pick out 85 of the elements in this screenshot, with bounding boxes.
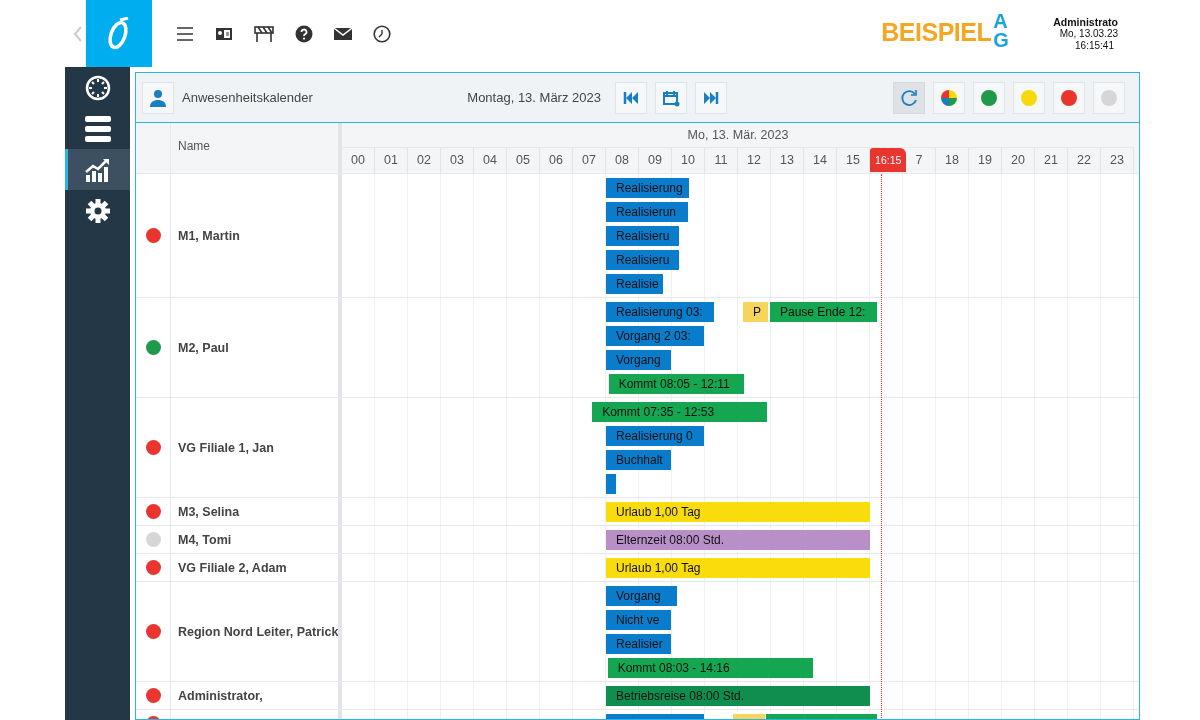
hour-label: 09 <box>648 153 662 168</box>
hour-label: 00 <box>351 153 365 168</box>
time-entry-bar[interactable]: Nicht ve <box>606 610 671 630</box>
time-entry-bar[interactable]: Realisieru <box>606 250 680 270</box>
calendar-button[interactable] <box>655 81 687 114</box>
refresh-icon <box>899 87 919 108</box>
current-time: 16:15:41 <box>1075 39 1114 52</box>
help-icon[interactable] <box>295 24 313 43</box>
time-entry-bar[interactable]: Kommt 08:05 - 12:11 <box>608 374 744 394</box>
refresh-button[interactable] <box>893 81 925 114</box>
employee-name: Region Nord Leiter, Patrick <box>178 624 338 639</box>
time-entry-bar[interactable]: Realisierung 03: <box>606 302 714 322</box>
hour-label: 22 <box>1077 153 1091 168</box>
hour-label: 05 <box>516 153 530 168</box>
calendar-title: Anwesenheitskalender <box>182 90 313 105</box>
hour-label: 23 <box>1110 153 1124 168</box>
barrier-icon[interactable] <box>254 24 274 43</box>
hour-label: 07 <box>582 153 596 168</box>
time-entry-bar[interactable]: Vorgang <box>606 350 671 370</box>
hour-label: 7 <box>915 153 923 168</box>
hour-label: 04 <box>483 153 497 168</box>
time-entry-bar[interactable]: Vorgang 2 03: <box>606 326 704 346</box>
hour-label: 13 <box>780 153 794 168</box>
time-entry-bar[interactable]: Realisierung 0 <box>606 426 704 446</box>
clock-icon[interactable] <box>373 24 391 43</box>
time-entry-bar[interactable]: Elternzeit 08:00 Std. <box>606 530 870 550</box>
calendar-icon <box>662 88 680 107</box>
mail-icon[interactable] <box>334 26 352 41</box>
hour-label: 03 <box>450 153 464 168</box>
employee-name: Administrator, <box>178 688 263 703</box>
time-entry-bar[interactable]: Realisieru <box>606 226 680 246</box>
chart-icon <box>84 157 111 182</box>
time-entry-bar[interactable]: Urlaub 1,00 Tag <box>606 502 870 522</box>
status-filter-button[interactable] <box>973 81 1005 114</box>
hour-label: 06 <box>549 153 563 168</box>
time-entry-bar[interactable]: Betriebsreise 08:00 Std. <box>606 686 870 706</box>
pie-icon <box>940 88 958 107</box>
brand-suffix: AG <box>993 11 1010 50</box>
time-entry-bar[interactable]: Realisie <box>606 274 664 294</box>
time-entry-bar[interactable]: Realisierun <box>606 202 688 222</box>
menu-icon <box>84 114 111 143</box>
time-entry-bar[interactable]: Kommt 07:35 - 12:53 <box>592 402 767 422</box>
time-entry-bar[interactable]: Pause Ende 12: <box>770 302 878 322</box>
settings-icon <box>84 197 111 224</box>
current-time-marker: 16:15 <box>870 147 907 172</box>
time-entry-bar[interactable]: Urlaub 1,00 Tag <box>606 558 870 578</box>
time-entry-bar[interactable]: Realisier <box>606 634 671 654</box>
time-entry-bar[interactable]: Buchhalt <box>606 450 671 470</box>
next-button[interactable] <box>695 81 727 114</box>
menu-icon[interactable] <box>176 25 194 42</box>
time-entry-bar[interactable]: Realisierung <box>606 178 689 198</box>
status-filter-button[interactable] <box>1053 81 1085 114</box>
hour-label: 14 <box>813 153 827 168</box>
person-icon <box>149 88 167 107</box>
employee-name: VG Filiale 1, Jan <box>178 440 274 455</box>
sidebar-item[interactable] <box>65 149 130 190</box>
hour-label: 10 <box>681 153 695 168</box>
time-entry-bar[interactable]: Vorgang <box>606 586 677 606</box>
user-name: Administrato <box>1053 15 1118 28</box>
time-entry-bar[interactable]: Kommt 08:03 - 14:16 <box>607 658 813 678</box>
current-date: Mo, 13.03.23 <box>1059 27 1118 40</box>
hour-label: 19 <box>978 153 992 168</box>
hour-label: 11 <box>714 153 728 168</box>
dashboard-icon <box>84 74 111 101</box>
hour-label: 20 <box>1011 153 1025 168</box>
user-button[interactable] <box>142 81 174 114</box>
hour-label: 18 <box>945 153 959 168</box>
hour-label: 02 <box>417 153 431 168</box>
all-status-filter-button[interactable] <box>933 81 965 114</box>
hour-label: 08 <box>615 153 629 168</box>
employee-name: VG Filiale 2, Adam <box>178 560 287 575</box>
previous-button[interactable] <box>615 81 647 114</box>
employee-name: M2, Paul <box>178 340 229 355</box>
employee-name: M4, Tomi <box>178 532 232 547</box>
name-column-header: Name <box>171 123 342 173</box>
employee-name: M3, Selina <box>178 504 240 519</box>
hour-label: 12 <box>747 153 761 168</box>
selected-date: Montag, 13. März 2023 <box>467 90 601 105</box>
day-header: Mo, 13. Mär. 2023 <box>686 126 790 144</box>
brand-name: BEISPIEL <box>881 17 992 47</box>
hour-label: 15 <box>846 153 860 168</box>
employee-name: M1, Martin <box>178 228 240 243</box>
hour-label: 01 <box>384 153 398 168</box>
time-entry-bar[interactable]: P <box>742 302 768 322</box>
hour-label: 21 <box>1044 153 1058 168</box>
